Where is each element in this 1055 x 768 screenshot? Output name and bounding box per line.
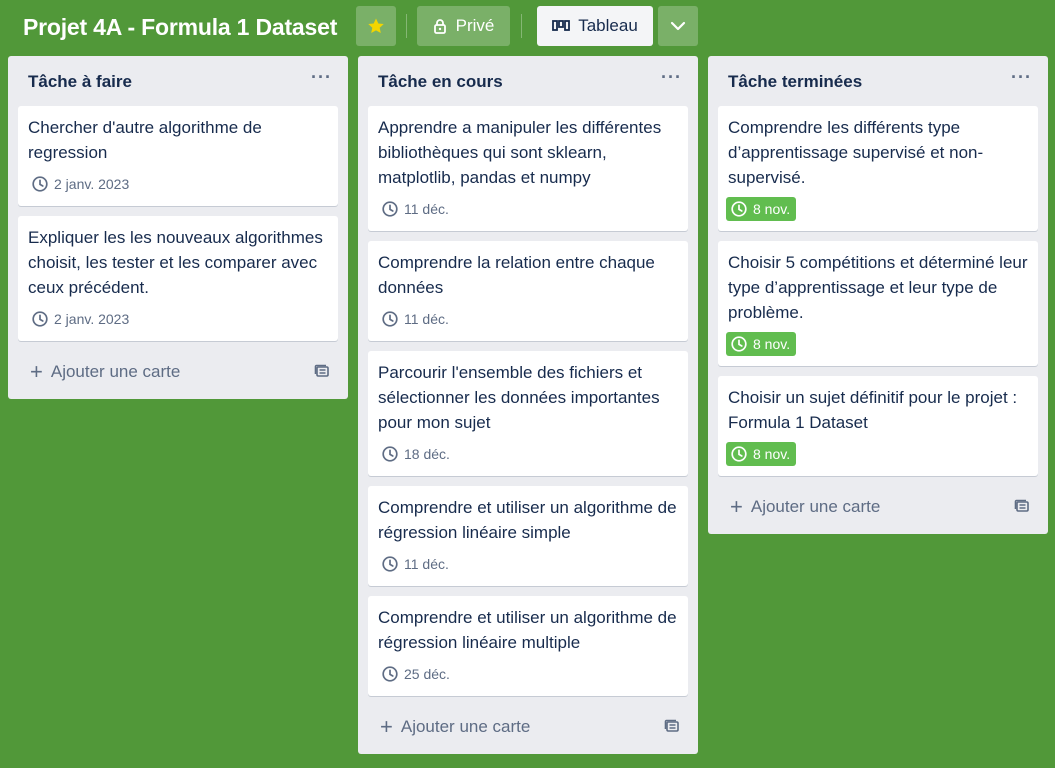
due-date: 8 nov. <box>753 201 791 217</box>
due-date-complete-badge[interactable]: 8 nov. <box>726 197 797 221</box>
due-date: 2 janv. 2023 <box>54 311 130 327</box>
clock-icon <box>382 311 398 327</box>
clock-icon <box>382 556 398 572</box>
card[interactable]: Comprendre la relation entre chaque donn… <box>368 241 688 341</box>
board-title[interactable]: Projet 4A - Formula 1 Dataset <box>23 12 337 42</box>
card-title: Choisir 5 compétitions et déterminé leur… <box>728 253 1028 322</box>
due-date-badge[interactable]: 11 déc. <box>378 552 453 576</box>
add-card-button[interactable]: + Ajouter une carte <box>380 712 530 742</box>
due-date: 8 nov. <box>753 446 791 462</box>
clock-icon <box>32 176 48 192</box>
card-title: Comprendre et utiliser un algorithme de … <box>378 498 677 542</box>
list-title[interactable]: Tâche terminées <box>728 72 862 92</box>
board-header: Projet 4A - Formula 1 Dataset Privé Tabl… <box>0 0 1055 52</box>
card[interactable]: Choisir 5 compétitions et déterminé leur… <box>718 241 1038 366</box>
due-date: 11 déc. <box>404 311 449 327</box>
list-title[interactable]: Tâche à faire <box>28 72 132 92</box>
list-header: Tâche à faire ··· <box>8 56 348 106</box>
card[interactable]: Comprendre et utiliser un algorithme de … <box>368 486 688 586</box>
card-title: Comprendre la relation entre chaque donn… <box>378 253 655 297</box>
card-title: Parcourir l'ensemble des fichiers et sél… <box>378 363 660 432</box>
list-menu-button[interactable]: ··· <box>311 67 332 88</box>
card-title: Expliquer les les nouveaux algorithmes c… <box>28 228 323 297</box>
plus-icon: + <box>380 714 393 739</box>
add-card-label: Ajouter une carte <box>50 362 181 381</box>
board-view-icon <box>552 20 571 31</box>
card[interactable]: Choisir un sujet définitif pour le proje… <box>718 376 1038 476</box>
list-todo: Tâche à faire ··· Chercher d'autre algor… <box>8 56 348 399</box>
add-card-label: Ajouter une carte <box>400 717 531 736</box>
card-title: Comprendre et utiliser un algorithme de … <box>378 608 677 652</box>
due-date: 8 nov. <box>753 336 791 352</box>
list-header: Tâche terminées ··· <box>708 56 1048 106</box>
due-date: 2 janv. 2023 <box>54 176 130 192</box>
card-title: Comprendre les différents type d’apprent… <box>728 118 984 187</box>
header-divider <box>406 14 407 38</box>
visibility-label: Privé <box>455 16 495 35</box>
list-header: Tâche en cours ··· <box>358 56 698 106</box>
list-menu-button[interactable]: ··· <box>1011 67 1032 88</box>
card-title: Apprendre a manipuler les différentes bi… <box>378 118 662 187</box>
add-card-button[interactable]: + Ajouter une carte <box>730 492 880 522</box>
due-date: 11 déc. <box>404 201 449 217</box>
add-card-label: Ajouter une carte <box>750 497 881 516</box>
card-template-icon[interactable] <box>314 363 330 379</box>
list-in-progress: Tâche en cours ··· Apprendre a manipuler… <box>358 56 698 754</box>
lock-icon <box>433 19 446 34</box>
due-date-badge[interactable]: 2 janv. 2023 <box>28 172 133 196</box>
list-title[interactable]: Tâche en cours <box>378 72 503 92</box>
clock-icon <box>731 446 747 462</box>
card[interactable]: Expliquer les les nouveaux algorithmes c… <box>18 216 338 341</box>
card[interactable]: Comprendre les différents type d’apprent… <box>718 106 1038 231</box>
due-date: 25 déc. <box>404 666 450 682</box>
due-date-badge[interactable]: 25 déc. <box>378 662 454 686</box>
clock-icon <box>32 311 48 327</box>
card[interactable]: Apprendre a manipuler les différentes bi… <box>368 106 688 231</box>
plus-icon: + <box>30 359 43 384</box>
due-date-badge[interactable]: 18 déc. <box>378 442 454 466</box>
due-date-badge[interactable]: 2 janv. 2023 <box>28 307 133 331</box>
header-divider <box>521 14 522 38</box>
card-template-icon[interactable] <box>1014 498 1030 514</box>
view-switcher-button[interactable] <box>658 6 698 46</box>
card-title: Chercher d'autre algorithme de regressio… <box>28 118 262 162</box>
clock-icon <box>731 336 747 352</box>
visibility-button[interactable]: Privé <box>417 6 510 46</box>
plus-icon: + <box>730 494 743 519</box>
due-date-badge[interactable]: 11 déc. <box>378 197 453 221</box>
card-template-icon[interactable] <box>664 718 680 734</box>
star-button[interactable] <box>356 6 396 46</box>
board-view-label: Tableau <box>578 16 638 35</box>
chevron-down-icon <box>670 21 686 31</box>
clock-icon <box>731 201 747 217</box>
card[interactable]: Comprendre et utiliser un algorithme de … <box>368 596 688 696</box>
due-date: 18 déc. <box>404 446 450 462</box>
add-card-button[interactable]: + Ajouter une carte <box>30 357 180 387</box>
card[interactable]: Chercher d'autre algorithme de regressio… <box>18 106 338 206</box>
due-date-badge[interactable]: 11 déc. <box>378 307 453 331</box>
due-date: 11 déc. <box>404 556 449 572</box>
list-done: Tâche terminées ··· Comprendre les diffé… <box>708 56 1048 534</box>
due-date-complete-badge[interactable]: 8 nov. <box>726 442 797 466</box>
clock-icon <box>382 201 398 217</box>
card-title: Choisir un sujet définitif pour le proje… <box>728 388 1018 432</box>
list-menu-button[interactable]: ··· <box>661 67 682 88</box>
card[interactable]: Parcourir l'ensemble des fichiers et sél… <box>368 351 688 476</box>
clock-icon <box>382 666 398 682</box>
clock-icon <box>382 446 398 462</box>
due-date-complete-badge[interactable]: 8 nov. <box>726 332 797 356</box>
board-view-button[interactable]: Tableau <box>537 6 653 46</box>
star-icon <box>368 18 384 34</box>
